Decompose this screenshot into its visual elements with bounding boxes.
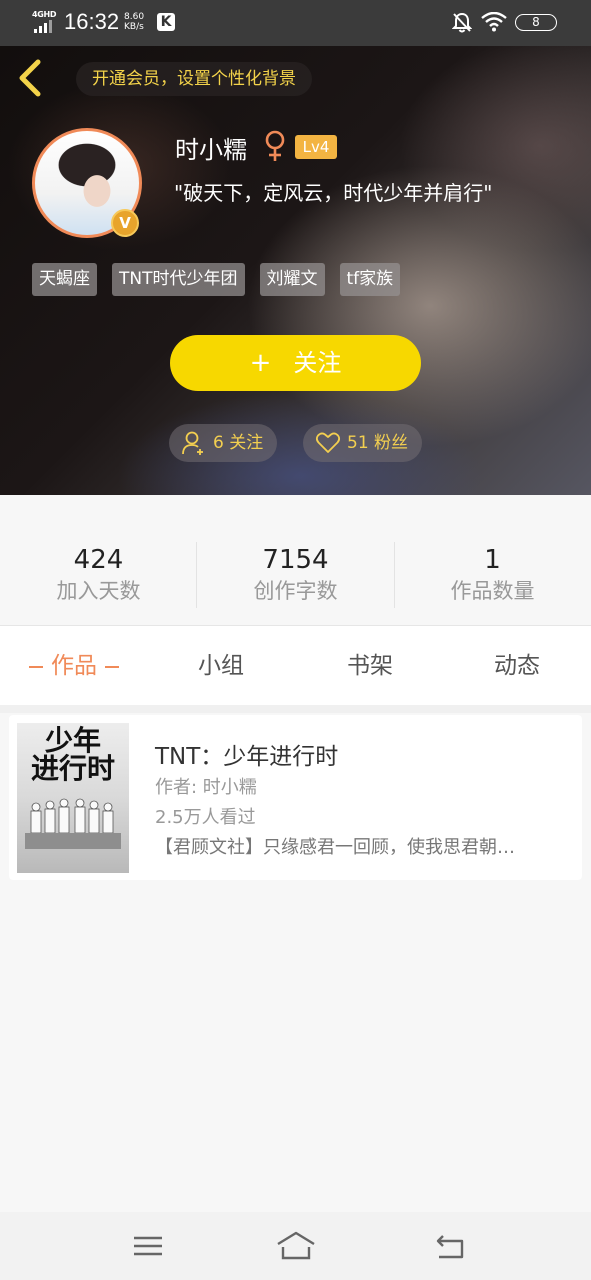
stat-label: 创作字数 xyxy=(253,579,338,603)
work-description: 【君顾文社】只缘感君一回顾，使我思君朝… xyxy=(155,837,515,858)
fans-count: 51 粉丝 xyxy=(347,433,409,453)
cover-illustration xyxy=(25,798,121,849)
user-add-icon xyxy=(182,431,203,455)
status-bar: 4GHD 16:32 8.60 KB/s K 8 xyxy=(0,0,591,46)
user-tags: 天蝎座 TNT时代少年团 刘耀文 tf家族 xyxy=(32,263,401,296)
follow-button[interactable]: + 关注 xyxy=(170,335,421,391)
following-count-button[interactable]: 6 关注 xyxy=(169,424,278,462)
tag-item[interactable]: 刘耀文 xyxy=(259,263,325,296)
signal-icon: 4GHD xyxy=(32,10,58,34)
cover-title: 少年 进行时 xyxy=(17,727,129,783)
heart-icon xyxy=(315,432,341,453)
tag-item[interactable]: 天蝎座 xyxy=(32,263,97,296)
stat-label: 加入天数 xyxy=(56,579,141,603)
chevron-left-icon[interactable] xyxy=(14,58,48,98)
stat-word-count: 7154 创作字数 xyxy=(197,543,394,605)
username: 时小糯 xyxy=(175,136,247,164)
battery-icon: 8 xyxy=(515,14,557,31)
tab-activity[interactable]: 动态 xyxy=(477,626,557,706)
stat-value: 7154 xyxy=(262,545,329,575)
network-type: 4GHD xyxy=(32,10,57,19)
verified-badge: V xyxy=(111,209,139,237)
home-icon[interactable] xyxy=(276,1230,316,1262)
follow-button-label: 关注 xyxy=(293,349,342,377)
tab-works[interactable]: 作品 xyxy=(20,626,128,706)
book-cover: 少年 进行时 xyxy=(17,723,129,873)
wifi-icon xyxy=(481,12,507,32)
level-badge: Lv4 xyxy=(295,135,337,159)
back-icon[interactable] xyxy=(433,1230,467,1262)
network-speed: 8.60 KB/s xyxy=(124,12,144,32)
tag-item[interactable]: tf家族 xyxy=(339,263,401,296)
stat-works-count: 1 作品数量 xyxy=(394,543,591,605)
stat-value: 1 xyxy=(484,545,501,575)
user-motto: "破天下，定风云，时代少年并肩行" xyxy=(174,181,493,205)
cover-title-line: 进行时 xyxy=(30,752,115,785)
tab-groups[interactable]: 小组 xyxy=(181,626,261,706)
status-time: 16:32 xyxy=(64,9,120,34)
stat-label: 作品数量 xyxy=(450,579,535,603)
fans-count-button[interactable]: 51 粉丝 xyxy=(303,424,423,462)
tab-bookshelf[interactable]: 书架 xyxy=(330,626,410,706)
app-notification-icon: K xyxy=(157,13,175,31)
vip-background-link[interactable]: 开通会员，设置个性化背景 xyxy=(76,62,312,96)
work-list-item[interactable]: 少年 进行时 TNT：少年进行时 作者: 时小糯 2.5万人看过 【君顾文社】只… xyxy=(9,715,582,880)
stat-value: 424 xyxy=(73,545,124,575)
network-speed-value: 8.60 xyxy=(124,12,145,22)
menu-icon[interactable] xyxy=(131,1230,165,1262)
profile-header: 开通会员，设置个性化背景 V 时小糯 Lv4 "破天下，定风云，时代少年并肩行"… xyxy=(0,46,591,495)
bell-muted-icon xyxy=(452,12,472,33)
active-indicator xyxy=(29,665,43,668)
tab-label: 作品 xyxy=(51,653,97,679)
cover-title-line: 少年 xyxy=(44,724,101,757)
tag-item[interactable]: TNT时代少年团 xyxy=(112,263,245,296)
following-count: 6 关注 xyxy=(213,433,264,453)
divider xyxy=(0,705,591,713)
system-nav-bar xyxy=(0,1212,591,1280)
stat-join-days: 424 加入天数 xyxy=(0,543,197,605)
active-indicator xyxy=(105,665,119,668)
work-author: 作者: 时小糯 xyxy=(155,777,257,798)
profile-tabs: 作品 小组 书架 动态 xyxy=(0,625,591,705)
female-gender-icon xyxy=(265,130,285,161)
plus-icon: + xyxy=(249,348,272,378)
network-speed-unit: KB/s xyxy=(124,22,144,32)
work-views: 2.5万人看过 xyxy=(155,807,256,828)
profile-stats: 424 加入天数 7154 创作字数 1 作品数量 xyxy=(0,495,591,625)
work-title: TNT：少年进行时 xyxy=(155,744,339,770)
